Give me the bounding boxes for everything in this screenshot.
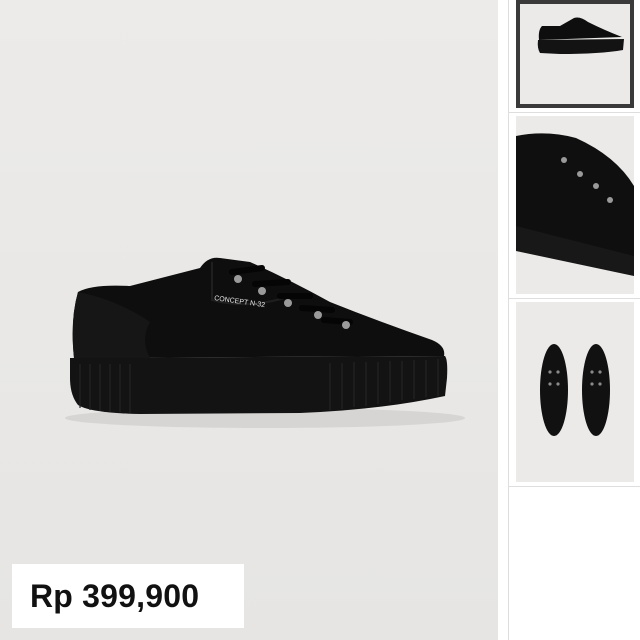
thumbnail-separator (508, 112, 640, 113)
thumbnail-side-image (520, 4, 630, 104)
thumbnail-side-view[interactable] (516, 0, 634, 108)
thumbnail-closeup-image (516, 116, 634, 294)
thumbnail-top-image (516, 302, 634, 482)
sneaker-side-view: CONCEPT N-32 (65, 257, 465, 428)
thumbnail-close-up[interactable] (516, 116, 634, 294)
price-label: Rp 399,900 (12, 564, 244, 628)
thumbnail-separator (508, 486, 640, 487)
thumbnail-separator (508, 298, 640, 299)
thumbnail-top-view[interactable] (516, 302, 634, 482)
gallery-divider-line (508, 0, 509, 640)
thumbnail-gallery (508, 0, 640, 640)
main-product-image: CONCEPT N-32 (0, 0, 498, 640)
